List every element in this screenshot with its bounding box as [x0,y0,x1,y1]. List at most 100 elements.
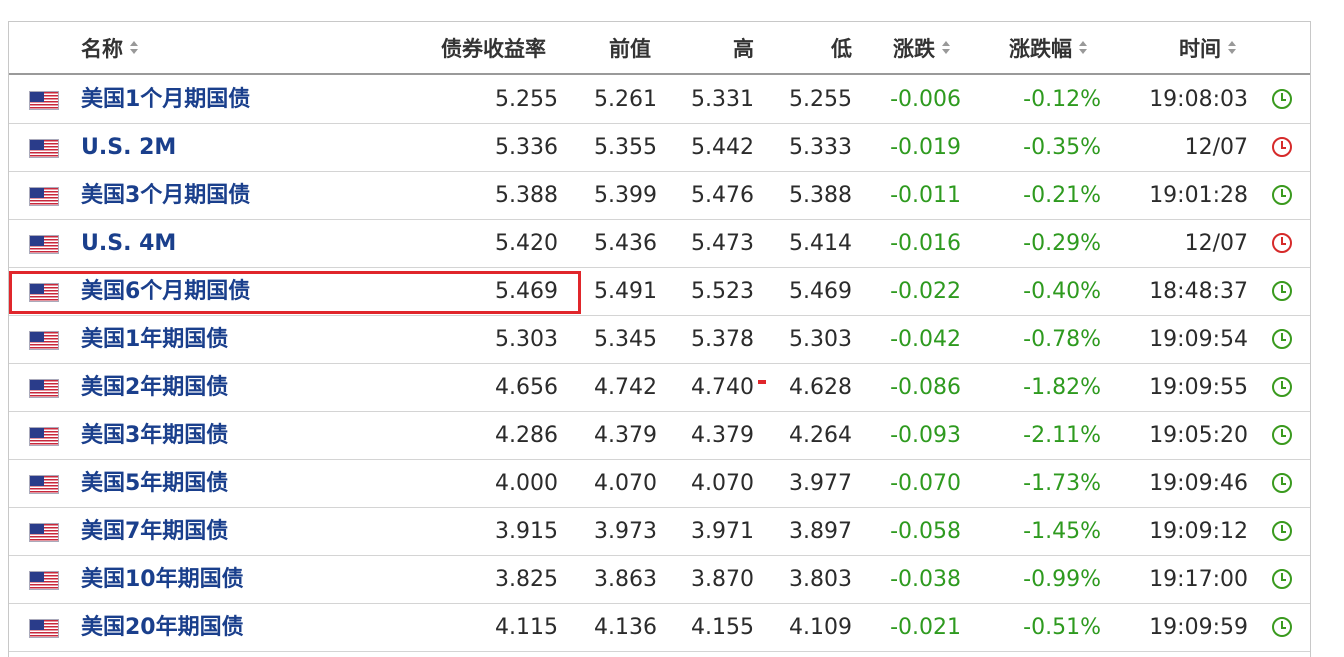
cell-change: -0.011 [890,183,961,208]
cell-yield: 4.286 [495,423,558,448]
cell-time: 19:17:00 [1149,567,1248,592]
cell-change: -0.006 [890,87,961,112]
sort-icon[interactable] [129,40,139,56]
clock-icon [1272,329,1292,349]
sort-icon[interactable] [1078,40,1088,56]
header-name[interactable]: 名称 [81,35,139,63]
bond-name-link[interactable]: 美国2年期国债 [81,373,228,403]
cell-low: 5.303 [789,327,852,352]
cell-low: 5.414 [789,231,852,256]
cell-low: 5.255 [789,87,852,112]
table-row[interactable]: 美国1个月期国债 5.255 5.261 5.331 5.255 -0.006 -0.12%… [9,76,1310,124]
bond-name-link[interactable]: 美国5年期国债 [81,469,228,499]
table-row[interactable]: 美国1年期国债 5.303 5.345 5.378 5.303 -0.042 -0.78% 1… [9,316,1310,364]
table-row[interactable]: 美国7年期国债 3.915 3.973 3.971 3.897 -0.058 -1.45% 1… [9,508,1310,556]
cell-high: 3.870 [691,567,754,592]
cell-yield: 4.656 [495,375,558,400]
header-high[interactable]: 高 [733,35,754,63]
cell-change: -0.093 [890,423,961,448]
us-flag-icon [29,139,59,158]
table-row[interactable]: 美国5年期国债 4.000 4.070 4.070 3.977 -0.070 -1.73% 1… [9,460,1310,508]
cell-yield: 3.915 [495,519,558,544]
header-prev[interactable]: 前值 [609,35,651,63]
bond-yield-table: 名称 债券收益率 前值 高 低 涨跌 涨跌幅 时间 美国1个月期国债 5.255 5… [8,21,1311,657]
cell-prev: 3.973 [594,519,657,544]
cell-high: 4.379 [691,423,754,448]
cell-high: 5.331 [691,87,754,112]
cell-low: 5.469 [789,279,852,304]
header-yield[interactable]: 债券收益率 [441,35,546,63]
us-flag-icon [29,571,59,590]
table-row[interactable]: 美国2年期国债 4.656 4.742 4.740 4.628 -0.086 -1.82% 1… [9,364,1310,412]
cell-high: 5.473 [691,231,754,256]
table-row[interactable]: U.S. 4M 5.420 5.436 5.473 5.414 -0.016 -0.29% 1… [9,220,1310,268]
header-change-pct[interactable]: 涨跌幅 [1009,35,1088,63]
bond-name-link[interactable]: 美国3个月期国债 [81,181,250,211]
cell-change-pct: -0.21% [1023,183,1101,208]
cell-high: 4.155 [691,615,754,640]
cell-time: 19:09:12 [1149,519,1248,544]
table-row[interactable]: 美国10年期国债 3.825 3.863 3.870 3.803 -0.038 -0.99%… [9,556,1310,604]
clock-icon [1272,89,1292,109]
clock-icon [1272,569,1292,589]
cell-change: -0.058 [890,519,961,544]
cell-low: 4.109 [789,615,852,640]
sort-icon[interactable] [941,40,951,56]
bond-name-link[interactable]: 美国7年期国债 [81,517,228,547]
cell-yield: 5.303 [495,327,558,352]
table-row[interactable]: U.S. 2M 5.336 5.355 5.442 5.333 -0.019 -0.35% 1… [9,124,1310,172]
bond-name-link[interactable]: 美国20年期国债 [81,613,244,643]
cell-time: 19:09:59 [1149,615,1248,640]
us-flag-icon [29,91,59,110]
highlight-box [9,271,581,314]
cell-low: 3.803 [789,567,852,592]
cell-high: 4.740 [691,375,754,400]
cell-change: -0.019 [890,135,961,160]
clock-icon [1272,617,1292,637]
clock-icon [1272,521,1292,541]
cell-time: 18:48:37 [1149,279,1248,304]
us-flag-icon [29,475,59,494]
cell-time: 19:09:54 [1149,327,1248,352]
us-flag-icon [29,187,59,206]
us-flag-icon [29,235,59,254]
cell-high: 3.971 [691,519,754,544]
cell-prev: 5.436 [594,231,657,256]
cell-yield: 5.255 [495,87,558,112]
bond-name-link[interactable]: 美国1年期国债 [81,325,228,355]
us-flag-icon [29,523,59,542]
cell-change: -0.016 [890,231,961,256]
clock-icon [1272,425,1292,445]
cell-prev: 5.399 [594,183,657,208]
bond-name-link[interactable]: U.S. 2M [81,133,176,163]
cell-low: 3.897 [789,519,852,544]
cell-change: -0.070 [890,471,961,496]
clock-icon [1272,233,1292,253]
cell-yield: 5.388 [495,183,558,208]
cell-prev: 5.261 [594,87,657,112]
cell-change-pct: -0.99% [1023,567,1101,592]
bond-name-link[interactable]: 美国1个月期国债 [81,85,250,115]
cell-time: 12/07 [1184,135,1248,160]
sort-icon[interactable] [1227,40,1237,56]
bond-name-link[interactable]: U.S. 4M [81,229,176,259]
us-flag-icon [29,427,59,446]
cell-low: 3.977 [789,471,852,496]
cell-change: -0.042 [890,327,961,352]
table-row[interactable]: 美国3年期国债 4.286 4.379 4.379 4.264 -0.093 -2.11% 1… [9,412,1310,460]
cell-change: -0.086 [890,375,961,400]
header-low[interactable]: 低 [831,35,852,63]
cell-time: 19:09:46 [1149,471,1248,496]
cell-yield: 5.420 [495,231,558,256]
header-time[interactable]: 时间 [1179,35,1237,63]
cell-change-pct: -1.82% [1023,375,1101,400]
bond-name-link[interactable]: 美国3年期国债 [81,421,228,451]
table-row[interactable]: 美国3个月期国债 5.388 5.399 5.476 5.388 -0.011 -0.21%… [9,172,1310,220]
table-row[interactable]: 美国20年期国债 4.115 4.136 4.155 4.109 -0.021 -0.51%… [9,604,1310,652]
cell-change-pct: -0.78% [1023,327,1101,352]
header-change[interactable]: 涨跌 [893,35,951,63]
cell-change: -0.021 [890,615,961,640]
bond-name-link[interactable]: 美国10年期国债 [81,565,244,595]
cell-change-pct: -0.51% [1023,615,1101,640]
cell-low: 5.388 [789,183,852,208]
